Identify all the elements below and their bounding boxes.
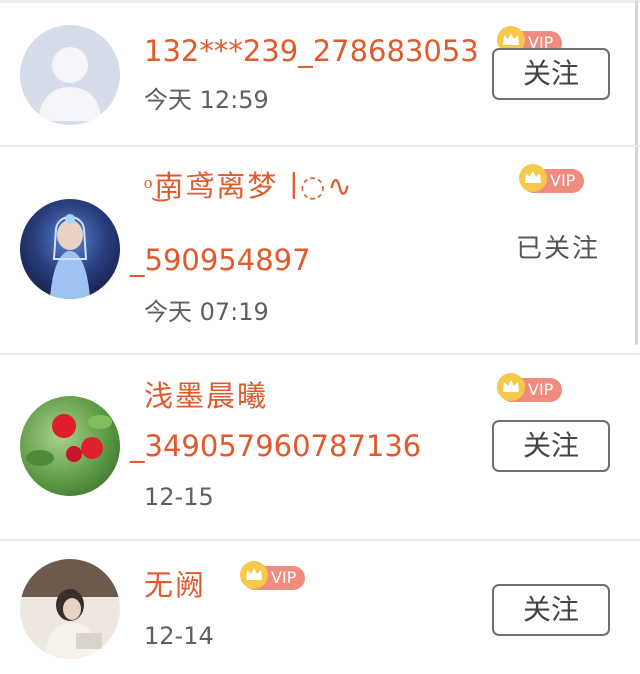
avatar[interactable] xyxy=(20,559,120,659)
user-name-suffix: _349057960787136 xyxy=(130,429,422,463)
list-item[interactable]: 无阙 VIP 12-14 关注 xyxy=(0,541,640,674)
list-item[interactable]: ᵒ͜南鸢离梦 ∣◌∿ _590954897 VIP 今天 07:19 已关注 xyxy=(0,147,640,355)
crown-icon xyxy=(497,373,525,401)
avatar-image xyxy=(26,414,112,466)
timestamp: 12-14 xyxy=(144,622,214,650)
avatar[interactable] xyxy=(20,25,120,125)
user-name[interactable]: 无阙 xyxy=(144,568,206,602)
name-decoration-left: ᵒ͜ xyxy=(144,169,155,203)
user-name[interactable]: ᵒ͜南鸢离梦 ∣◌∿ xyxy=(144,169,354,203)
user-name-suffix: _590954897 xyxy=(130,243,311,277)
name-decoration-right: ∣◌∿ xyxy=(278,169,354,203)
timestamp: 12-15 xyxy=(144,483,214,511)
follow-button[interactable]: 关注 xyxy=(492,48,610,100)
user-name[interactable]: 132***239_278683053 xyxy=(144,34,479,68)
vip-badge: VIP xyxy=(240,561,306,590)
avatar-image xyxy=(20,559,120,659)
vip-label: VIP xyxy=(271,568,297,587)
avatar-image xyxy=(50,214,90,299)
timestamp: 今天 07:19 xyxy=(144,298,269,326)
avatar[interactable] xyxy=(20,396,120,496)
timestamp: 今天 12:59 xyxy=(144,86,269,114)
follow-button[interactable]: 关注 xyxy=(492,584,610,636)
vip-label: VIP xyxy=(528,380,554,399)
vip-badge: VIP xyxy=(497,373,563,402)
avatar[interactable] xyxy=(20,199,120,299)
crown-icon xyxy=(240,561,268,589)
user-name[interactable]: 浅墨晨曦 xyxy=(144,379,268,413)
list-item[interactable]: 132***239_278683053 VIP 今天 12:59 关注 xyxy=(0,3,640,147)
list-item[interactable]: 浅墨晨曦 _349057960787136 VIP 12-15 关注 xyxy=(0,355,640,541)
vip-label: VIP xyxy=(550,171,576,190)
user-name-text: 南鸢离梦 xyxy=(154,169,279,203)
vip-badge: VIP xyxy=(519,164,585,193)
followed-status[interactable]: 已关注 xyxy=(516,233,600,265)
default-avatar-icon xyxy=(38,47,102,121)
follow-button[interactable]: 关注 xyxy=(492,420,610,472)
crown-icon xyxy=(519,164,547,192)
